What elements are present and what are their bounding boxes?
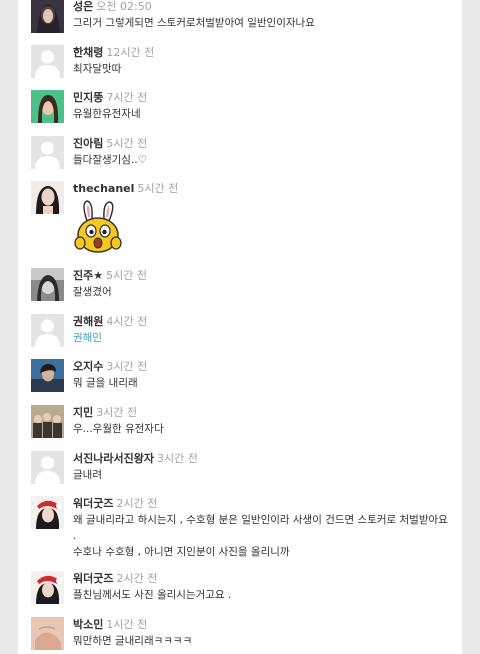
comment-author[interactable]: 서진나라서진왕자	[73, 452, 154, 465]
comment-author[interactable]: 워더굿즈	[73, 572, 113, 585]
avatar[interactable]	[31, 136, 64, 169]
avatar[interactable]	[31, 571, 64, 604]
comment-time: 3시간 전	[156, 452, 198, 465]
mention-link[interactable]: 권해인	[73, 330, 451, 346]
comment-time: 3시간 전	[96, 406, 138, 419]
avatar[interactable]	[31, 359, 64, 392]
comment-author[interactable]: thechanel	[73, 182, 134, 195]
comment-time: 오전 02:50	[96, 0, 152, 13]
comment-list: 성은 오전 02:50 그리거 그렇게되면 스토커로처벌받아여 일반인이자나요 한…	[18, 0, 462, 654]
comment-time: 4시간 전	[106, 315, 148, 328]
comment-text: 우...우월한 유전자다	[73, 423, 164, 435]
comment-text: 왜 글내리라고 하시는지 , 수호형 분은 일반인이라 사생이 건드면 스토커로…	[73, 514, 448, 558]
avatar[interactable]	[31, 405, 64, 438]
comment-text: 유월한유전자네	[73, 108, 141, 120]
avatar[interactable]	[31, 314, 64, 347]
comment-time: 5시간 전	[106, 269, 147, 282]
comment-text: 잘생겼어	[73, 286, 112, 298]
comment-text: 최자달맛따	[73, 63, 122, 75]
comment-author[interactable]: 권해원	[73, 315, 103, 328]
avatar[interactable]	[31, 268, 64, 301]
comment-time: 12시간 전	[106, 46, 155, 59]
comment-author[interactable]: 한채령	[73, 46, 103, 59]
comment-time: 5시간 전	[106, 137, 148, 150]
avatar[interactable]	[31, 451, 64, 484]
comment-author[interactable]: 민지뚱	[73, 91, 103, 104]
comment-author[interactable]: 지민	[73, 406, 93, 419]
avatar[interactable]	[31, 90, 64, 123]
comment-author[interactable]: 오지수	[73, 360, 103, 373]
avatar[interactable]	[31, 181, 64, 214]
comment-text: 뭐만하면 글내리래ㅋㅋㅋㅋ	[73, 635, 193, 647]
comment-time: 7시간 전	[106, 91, 148, 104]
comment-time: 5시간 전	[137, 182, 179, 195]
avatar[interactable]	[31, 496, 64, 529]
comment-text: 뭐 글을 내리래	[73, 377, 138, 389]
comment-time: 3시간 전	[106, 360, 148, 373]
comment-text: 그리거 그렇게되면 스토커로처벌받아여 일반인이자나요	[73, 17, 315, 29]
avatar[interactable]	[31, 0, 64, 33]
bunny-sticker	[73, 199, 123, 255]
comment-author[interactable]: 진주★	[73, 269, 103, 282]
comment-text: 글내려	[73, 469, 102, 481]
comment-author[interactable]: 성은	[73, 0, 93, 13]
comment-time: 2시간 전	[116, 497, 158, 510]
comment-time: 2시간 전	[116, 572, 158, 585]
comment-time: 1시간 전	[106, 618, 148, 631]
comment-text: 들다잘생기심..♡	[73, 154, 148, 166]
comment-text: 플친님께서도 사진 올리시는거고요 .	[73, 589, 232, 601]
comment-author[interactable]: 워더굿즈	[73, 497, 113, 510]
avatar[interactable]	[31, 617, 64, 650]
comment-author[interactable]: 진아림	[73, 137, 103, 150]
avatar[interactable]	[31, 45, 64, 78]
comment-author[interactable]: 박소민	[73, 618, 103, 631]
